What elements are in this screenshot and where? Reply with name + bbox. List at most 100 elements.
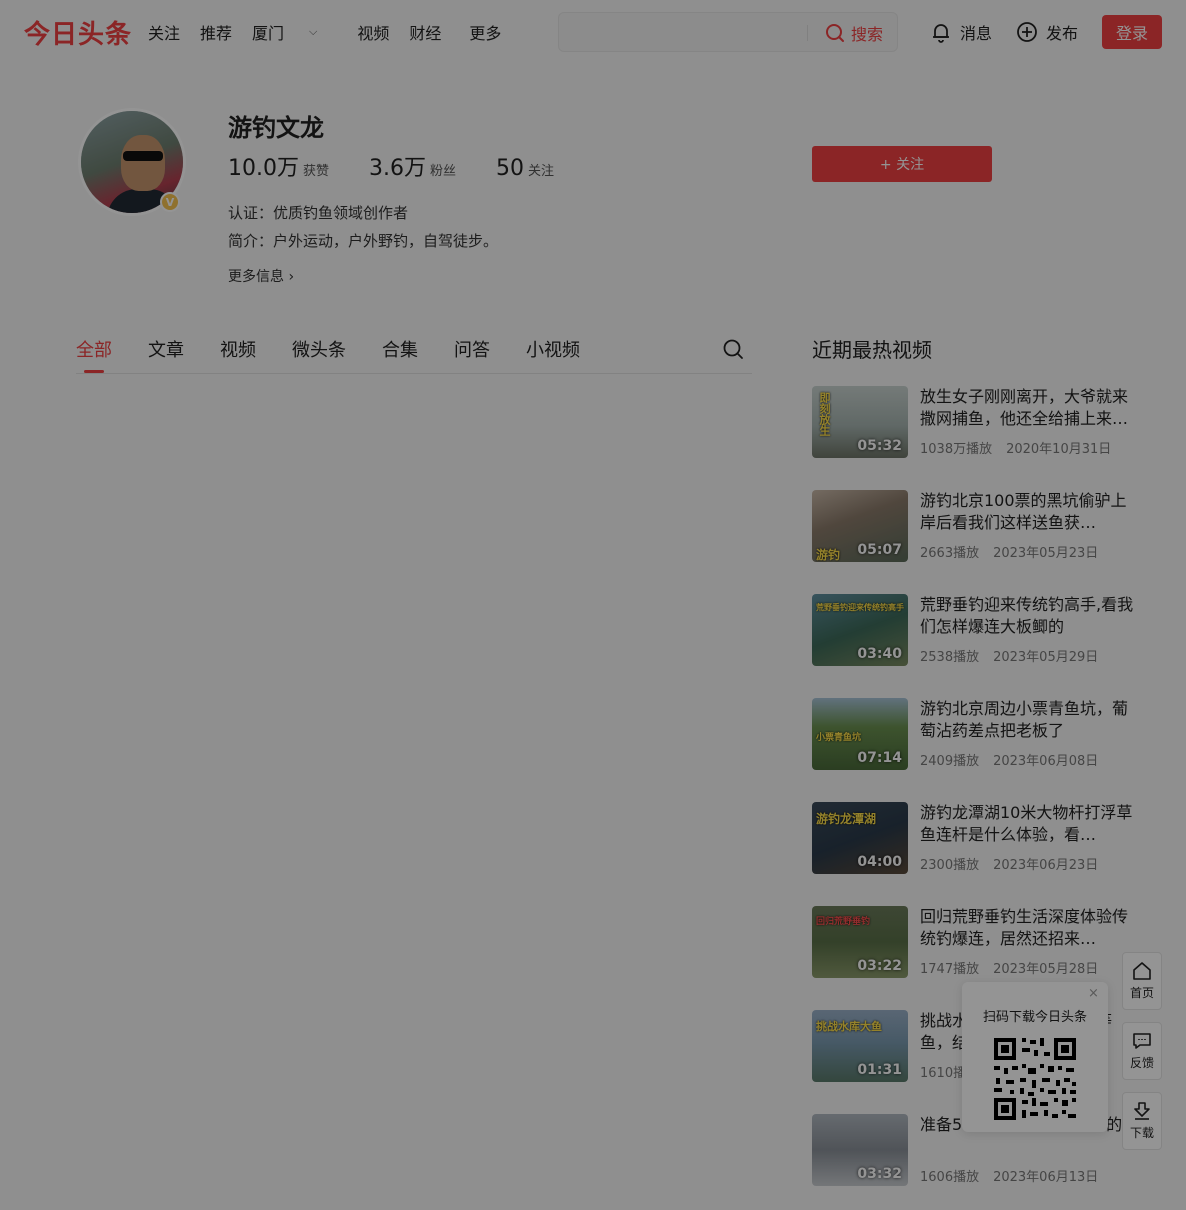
hot-video-item[interactable]: 游钓龙潭湖 04:00 游钓龙潭湖10米大物杆打浮草鱼连杆是什么体验，看… 23… [812,802,1152,874]
video-thumbnail[interactable]: 小票青鱼坑 07:14 [812,698,908,770]
tab-collections[interactable]: 合集 [382,336,418,362]
tab-all[interactable]: 全部 [76,336,112,362]
video-date: 2023年06月23日 [993,858,1099,873]
video-thumbnail[interactable]: 03:32 [812,1114,908,1186]
home-float-label: 首页 [1129,985,1154,1000]
video-duration: 07:14 [857,750,902,766]
tab-micro-posts[interactable]: 微头条 [292,336,346,362]
messages-button[interactable]: 消息 [930,20,992,44]
video-date: 2023年05月28日 [993,962,1099,977]
video-duration: 01:31 [857,1062,902,1078]
video-meta: 1038万播放 2020年10月31日 [920,438,1111,457]
feedback-float-label: 反馈 [1129,1055,1154,1070]
video-meta: 2538播放 2023年05月29日 [920,646,1098,665]
bio-text: 简介：户外运动，户外野钓，自驾徒步。 [228,232,499,250]
search-box: 搜索 [558,12,898,52]
follow-button[interactable]: + 关注 [812,146,992,182]
nav-item-recommend[interactable]: 推荐 [200,20,232,44]
qr-title: 扫码下载今日头条 [982,1010,1087,1025]
hot-video-item[interactable]: 即刻放生 05:32 放生女子刚刚离开，大爷就来撒网捕鱼，他还全给捕上来… 10… [812,386,1152,458]
qr-download-popup: × 扫码下载今日头条 [962,982,1108,1132]
search-button[interactable]: 搜索 [825,21,883,45]
video-duration: 03:22 [857,958,902,974]
site-logo[interactable]: 今日头条 [24,14,132,51]
thumbnail-caption: 小票青鱼坑 [816,733,862,743]
tab-articles[interactable]: 文章 [148,336,184,362]
video-title[interactable]: 游钓北京100票的黑坑偷驴上岸后看我们这样送鱼获… [920,490,1140,534]
thumbnail-caption: 挑战水库大鱼 [816,1020,882,1033]
stat-likes: 10.0万 获赞 [228,150,329,182]
video-meta: 2300播放 2023年06月23日 [920,854,1098,873]
video-thumbnail[interactable]: 即刻放生 05:32 [812,386,908,458]
stat-following-label: 关注 [528,164,555,179]
thumbnail-caption: 即刻放生 [818,392,831,436]
chat-bubble-icon [1133,1032,1151,1049]
nav-item-city[interactable]: 厦门 ⌵ [252,20,337,44]
content-tabs: 全部 文章 视频 微头条 合集 问答 小视频 [76,334,752,374]
thumbnail-caption: 荒野垂钓迎来传统钓高手 [816,603,904,612]
stat-fans-label: 粉丝 [430,164,457,179]
close-icon[interactable]: × [1088,986,1099,1001]
video-thumbnail[interactable]: 挑战水库大鱼 01:31 [812,1010,908,1082]
hot-video-item[interactable]: 游钓 05:07 游钓北京100票的黑坑偷驴上岸后看我们这样送鱼获… 2663播… [812,490,1152,562]
channel-nav: 关注 推荐 厦门 ⌵ 视频 财经 更多 [148,20,521,44]
thumbnail-caption: 游钓 [816,548,841,562]
login-button[interactable]: 登录 [1102,15,1162,49]
video-thumbnail[interactable]: 游钓龙潭湖 04:00 [812,802,908,874]
hot-video-item[interactable]: 小票青鱼坑 07:14 游钓北京周边小票青鱼坑，葡萄沾药差点把老板了 2409播… [812,698,1152,770]
video-thumbnail[interactable]: 游钓 05:07 [812,490,908,562]
video-date: 2023年06月08日 [993,754,1099,769]
video-plays: 2300播放 [920,858,980,873]
download-float-label: 下载 [1129,1125,1154,1140]
plus-circle-icon [1017,22,1037,42]
video-meta: 2409播放 2023年06月08日 [920,750,1098,769]
video-plays: 1606播放 [920,1170,980,1185]
feedback-float-button[interactable]: 反馈 [1122,1022,1162,1080]
hot-video-item[interactable]: 回归荒野垂钓 03:22 回归荒野垂钓生活深度体验传统钓爆连，居然还招来… 17… [812,906,1152,978]
download-float-button[interactable]: 下载 [1122,1092,1162,1150]
tab-search-button[interactable] [722,338,744,364]
tab-videos[interactable]: 视频 [220,336,256,362]
video-title[interactable]: 放生女子刚刚离开，大爷就来撒网捕鱼，他还全给捕上来… [920,386,1140,430]
video-title[interactable]: 荒野垂钓迎来传统钓高手,看我们怎样爆连大板鲫的 [920,594,1140,638]
certification-text: 认证：优质钓鱼领域创作者 [228,204,409,222]
download-icon [1134,1101,1150,1120]
search-icon [723,339,743,359]
tab-short-videos[interactable]: 小视频 [526,336,580,362]
video-duration: 04:00 [857,854,902,870]
search-divider [807,25,808,41]
video-title[interactable]: 回归荒野垂钓生活深度体验传统钓爆连，居然还招来… [920,906,1140,950]
video-plays: 2538播放 [920,650,980,665]
more-info-link[interactable]: 更多信息 › [228,266,294,286]
home-float-button[interactable]: 首页 [1122,952,1162,1010]
video-date: 2023年05月29日 [993,650,1099,665]
stat-fans[interactable]: 3.6万 粉丝 [369,150,456,182]
video-meta: 1747播放 2023年05月28日 [920,958,1098,977]
publish-button[interactable]: 发布 [1016,20,1078,44]
video-duration: 05:32 [857,438,902,454]
nav-item-video[interactable]: 视频 [357,20,389,44]
video-thumbnail[interactable]: 回归荒野垂钓 03:22 [812,906,908,978]
video-date: 2020年10月31日 [1006,442,1112,457]
chevron-down-icon: ⌵ [309,25,318,38]
nav-item-more[interactable]: 更多 [469,20,501,44]
video-title[interactable]: 游钓龙潭湖10米大物杆打浮草鱼连杆是什么体验，看… [920,802,1140,846]
nav-item-finance[interactable]: 财经 [409,20,441,44]
video-meta: 1606播放 2023年06月13日 [920,1166,1098,1185]
video-title[interactable]: 游钓北京周边小票青鱼坑，葡萄沾药差点把老板了 [920,698,1140,742]
video-thumbnail[interactable]: 荒野垂钓迎来传统钓高手 03:40 [812,594,908,666]
search-input[interactable] [569,21,799,43]
video-meta: 2663播放 2023年05月23日 [920,542,1098,561]
tab-qa[interactable]: 问答 [454,336,490,362]
bell-icon [933,24,949,43]
video-plays: 2409播放 [920,754,980,769]
stat-following-num: 50 [496,156,525,181]
active-tab-indicator [84,370,104,373]
home-icon [1133,961,1151,980]
hot-video-item[interactable]: 荒野垂钓迎来传统钓高手 03:40 荒野垂钓迎来传统钓高手,看我们怎样爆连大板鲫… [812,594,1152,666]
stat-following[interactable]: 50 关注 [496,156,554,181]
video-duration: 03:32 [857,1166,902,1182]
nav-item-follow[interactable]: 关注 [148,20,180,44]
profile-stats: 10.0万 获赞 3.6万 粉丝 50 关注 [228,150,594,182]
search-icon [826,24,844,42]
